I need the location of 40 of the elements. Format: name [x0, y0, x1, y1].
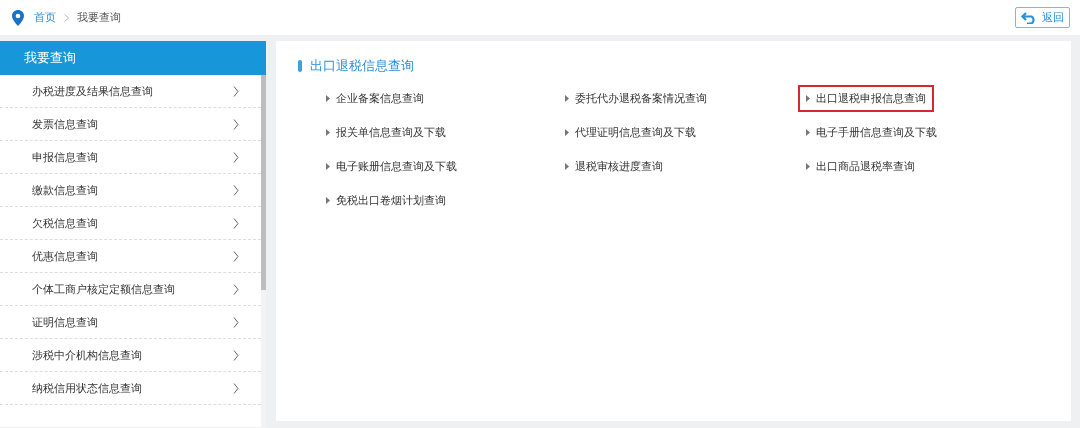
breadcrumb-item[interactable]: 首页: [34, 10, 56, 25]
triangle-bullet-icon: [806, 128, 810, 136]
chevron-right-icon: [233, 283, 239, 295]
section-marker-icon: [298, 60, 302, 72]
query-link[interactable]: 电子手册信息查询及下载: [798, 118, 945, 146]
chevron-right-icon: [233, 85, 239, 97]
query-link[interactable]: 企业备案信息查询: [318, 84, 432, 112]
chevron-right-icon: [233, 382, 239, 394]
return-arrow-icon: [1021, 11, 1037, 24]
query-link[interactable]: 出口退税申报信息查询: [798, 84, 934, 112]
location-pin-icon: [12, 9, 24, 26]
query-link[interactable]: 出口商品退税率查询: [798, 152, 923, 180]
chevron-right-icon: [233, 184, 239, 196]
scrollbar[interactable]: [261, 75, 266, 427]
section-title: 出口退税信息查询: [310, 57, 414, 75]
query-link[interactable]: 代理证明信息查询及下载: [557, 118, 704, 146]
chevron-right-icon: [233, 151, 239, 163]
triangle-bullet-icon: [806, 162, 810, 170]
chevron-right-icon: [233, 250, 239, 262]
breadcrumb-item: 我要查询: [77, 10, 121, 25]
back-button[interactable]: 返回: [1015, 7, 1070, 28]
triangle-bullet-icon: [806, 94, 810, 102]
chevron-right-icon: [233, 217, 239, 229]
query-link[interactable]: 退税审核进度查询: [557, 152, 671, 180]
chevron-right-icon: [233, 316, 239, 328]
query-link[interactable]: 委托代办退税备案情况查询: [557, 84, 715, 112]
chevron-right-icon: [233, 118, 239, 130]
triangle-bullet-icon: [326, 94, 330, 102]
sidebar-title: 我要查询: [0, 41, 266, 75]
query-link[interactable]: 免税出口卷烟计划查询: [318, 186, 454, 214]
triangle-bullet-icon: [326, 162, 330, 170]
chevron-right-icon: [233, 349, 239, 361]
query-link[interactable]: 电子账册信息查询及下载: [318, 152, 465, 180]
triangle-bullet-icon: [326, 128, 330, 136]
chevron-right-icon: [64, 13, 69, 22]
query-link[interactable]: 报关单信息查询及下载: [318, 118, 454, 146]
triangle-bullet-icon: [326, 196, 330, 204]
triangle-bullet-icon: [565, 128, 569, 136]
triangle-bullet-icon: [565, 162, 569, 170]
triangle-bullet-icon: [565, 94, 569, 102]
